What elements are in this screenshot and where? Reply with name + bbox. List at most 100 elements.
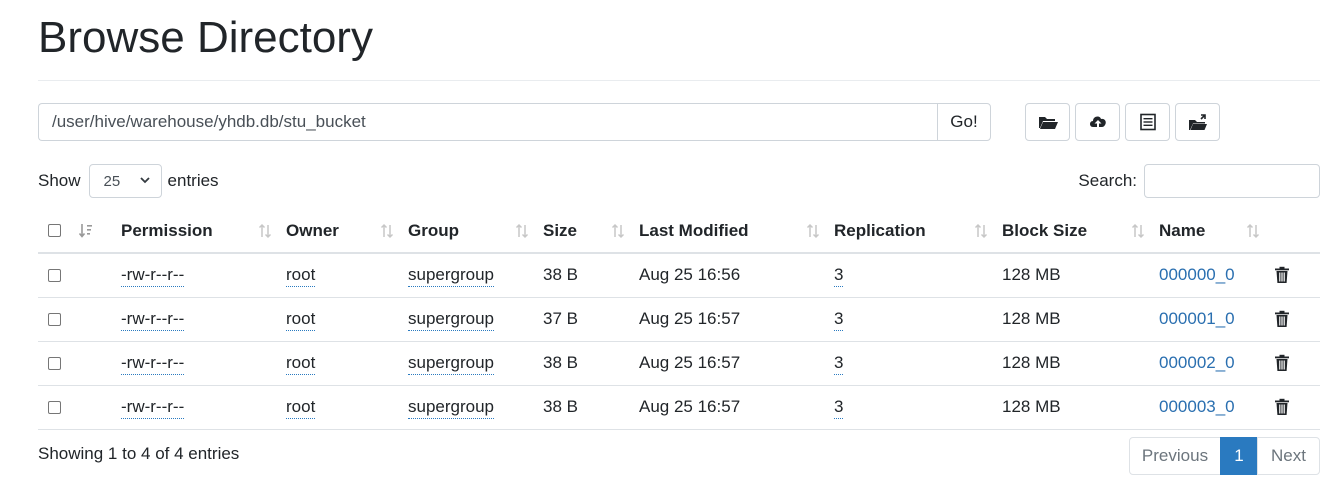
last-modified-cell: Aug 25 16:56 <box>639 253 834 298</box>
table-row: -rw-r--r-- root supergroup 38 B Aug 25 1… <box>38 341 1320 386</box>
sort-icon <box>1246 223 1260 239</box>
row-checkbox[interactable] <box>48 268 61 282</box>
owner-cell[interactable]: root <box>286 309 316 331</box>
select-all-checkbox[interactable] <box>48 224 61 237</box>
column-header-label: Name <box>1159 220 1206 240</box>
file-name-link[interactable]: 000001_0 <box>1159 309 1235 328</box>
column-header-label: Last Modified <box>639 220 749 240</box>
cut-paste-button[interactable] <box>1125 103 1170 141</box>
column-header-block-size[interactable]: Block Size <box>1002 209 1159 254</box>
column-header-label: Owner <box>286 220 339 240</box>
size-cell: 38 B <box>543 253 639 298</box>
search-control: Search: <box>1078 164 1320 198</box>
next-page-button[interactable]: Next <box>1257 437 1320 475</box>
column-header-last-modified[interactable]: Last Modified <box>639 209 834 254</box>
actions-column-header <box>1274 209 1320 254</box>
column-header-name[interactable]: Name <box>1159 209 1274 254</box>
column-header-group[interactable]: Group <box>408 209 543 254</box>
file-table: Permission Owner Group Size Last Modifie… <box>38 209 1320 430</box>
permission-cell[interactable]: -rw-r--r-- <box>121 265 185 288</box>
table-row: -rw-r--r-- root supergroup 37 B Aug 25 1… <box>38 297 1320 342</box>
block-size-cell: 128 MB <box>1002 297 1159 342</box>
replication-cell[interactable]: 3 <box>834 353 844 375</box>
show-label: Show <box>38 171 81 190</box>
file-name-link[interactable]: 000000_0 <box>1159 265 1235 284</box>
table-row: -rw-r--r-- root supergroup 38 B Aug 25 1… <box>38 253 1320 298</box>
owner-cell[interactable]: root <box>286 353 316 375</box>
page-length-value: 25 <box>103 172 121 190</box>
permission-cell[interactable]: -rw-r--r-- <box>121 353 185 375</box>
last-modified-cell: Aug 25 16:57 <box>639 297 834 342</box>
go-button[interactable]: Go! <box>937 103 991 141</box>
table-info: Showing 1 to 4 of 4 entries <box>38 444 240 463</box>
sort-icon <box>611 223 625 239</box>
chevron-down-icon <box>139 173 151 190</box>
sort-icon <box>515 223 529 239</box>
owner-cell[interactable]: root <box>286 265 316 288</box>
column-header-owner[interactable]: Owner <box>286 209 408 254</box>
sort-icon <box>380 223 394 239</box>
sort-icon <box>806 223 820 239</box>
trash-icon[interactable] <box>1274 266 1320 284</box>
owner-cell[interactable]: root <box>286 397 316 419</box>
title-divider <box>38 80 1320 81</box>
path-bar: Go! <box>38 103 991 141</box>
file-name-link[interactable]: 000003_0 <box>1159 397 1235 416</box>
page-length-control: Show 25 entries <box>38 164 219 198</box>
entries-label: entries <box>167 171 219 190</box>
search-input[interactable] <box>1144 164 1320 198</box>
column-header-label: Group <box>408 220 459 240</box>
sort-icon <box>258 223 272 239</box>
row-checkbox[interactable] <box>48 356 61 370</box>
column-header-replication[interactable]: Replication <box>834 209 1002 254</box>
browse-directory-page: Browse Directory Go! Show <box>0 0 1338 501</box>
search-label: Search: <box>1078 171 1137 190</box>
last-modified-cell: Aug 25 16:57 <box>639 385 834 430</box>
group-cell[interactable]: supergroup <box>408 309 495 331</box>
trash-icon[interactable] <box>1274 310 1320 328</box>
group-cell[interactable]: supergroup <box>408 397 495 419</box>
previous-page-button[interactable]: Previous <box>1129 437 1221 475</box>
table-row: -rw-r--r-- root supergroup 38 B Aug 25 1… <box>38 385 1320 430</box>
last-modified-cell: Aug 25 16:57 <box>639 341 834 386</box>
sort-amount-icon <box>79 223 121 239</box>
table-header-row: Permission Owner Group Size Last Modifie… <box>38 209 1320 254</box>
row-checkbox[interactable] <box>48 400 61 414</box>
folder-open-icon <box>1038 112 1058 132</box>
upload-button[interactable] <box>1075 103 1120 141</box>
move-button[interactable] <box>1175 103 1220 141</box>
column-header-label: Permission <box>121 220 213 240</box>
page-title: Browse Directory <box>38 13 373 62</box>
row-checkbox[interactable] <box>48 312 61 326</box>
toolbar <box>1025 103 1220 141</box>
column-header-label: Block Size <box>1002 220 1088 240</box>
permission-cell[interactable]: -rw-r--r-- <box>121 397 185 419</box>
path-input[interactable] <box>38 103 937 141</box>
replication-cell[interactable]: 3 <box>834 265 844 288</box>
column-header-permission[interactable]: Permission <box>121 209 286 254</box>
permission-cell[interactable]: -rw-r--r-- <box>121 309 185 331</box>
column-header-size[interactable]: Size <box>543 209 639 254</box>
current-page-button[interactable]: 1 <box>1220 437 1258 475</box>
block-size-cell: 128 MB <box>1002 253 1159 298</box>
trash-icon[interactable] <box>1274 354 1320 372</box>
page-length-select[interactable]: 25 <box>88 164 162 198</box>
size-cell: 37 B <box>543 297 639 342</box>
folder-move-icon <box>1188 112 1208 132</box>
column-header-label: Replication <box>834 220 926 240</box>
replication-cell[interactable]: 3 <box>834 309 844 331</box>
cloud-upload-icon <box>1088 112 1108 132</box>
file-name-link[interactable]: 000002_0 <box>1159 353 1235 372</box>
group-cell[interactable]: supergroup <box>408 265 495 288</box>
trash-icon[interactable] <box>1274 398 1320 416</box>
size-cell: 38 B <box>543 385 639 430</box>
block-size-cell: 128 MB <box>1002 341 1159 386</box>
pagination: Previous 1 Next <box>1129 437 1320 475</box>
replication-cell[interactable]: 3 <box>834 397 844 419</box>
sort-icon <box>1131 223 1145 239</box>
create-directory-button[interactable] <box>1025 103 1070 141</box>
sort-icon <box>974 223 988 239</box>
sort-column-header[interactable] <box>79 209 121 254</box>
select-all-cell <box>38 209 79 254</box>
group-cell[interactable]: supergroup <box>408 353 495 375</box>
